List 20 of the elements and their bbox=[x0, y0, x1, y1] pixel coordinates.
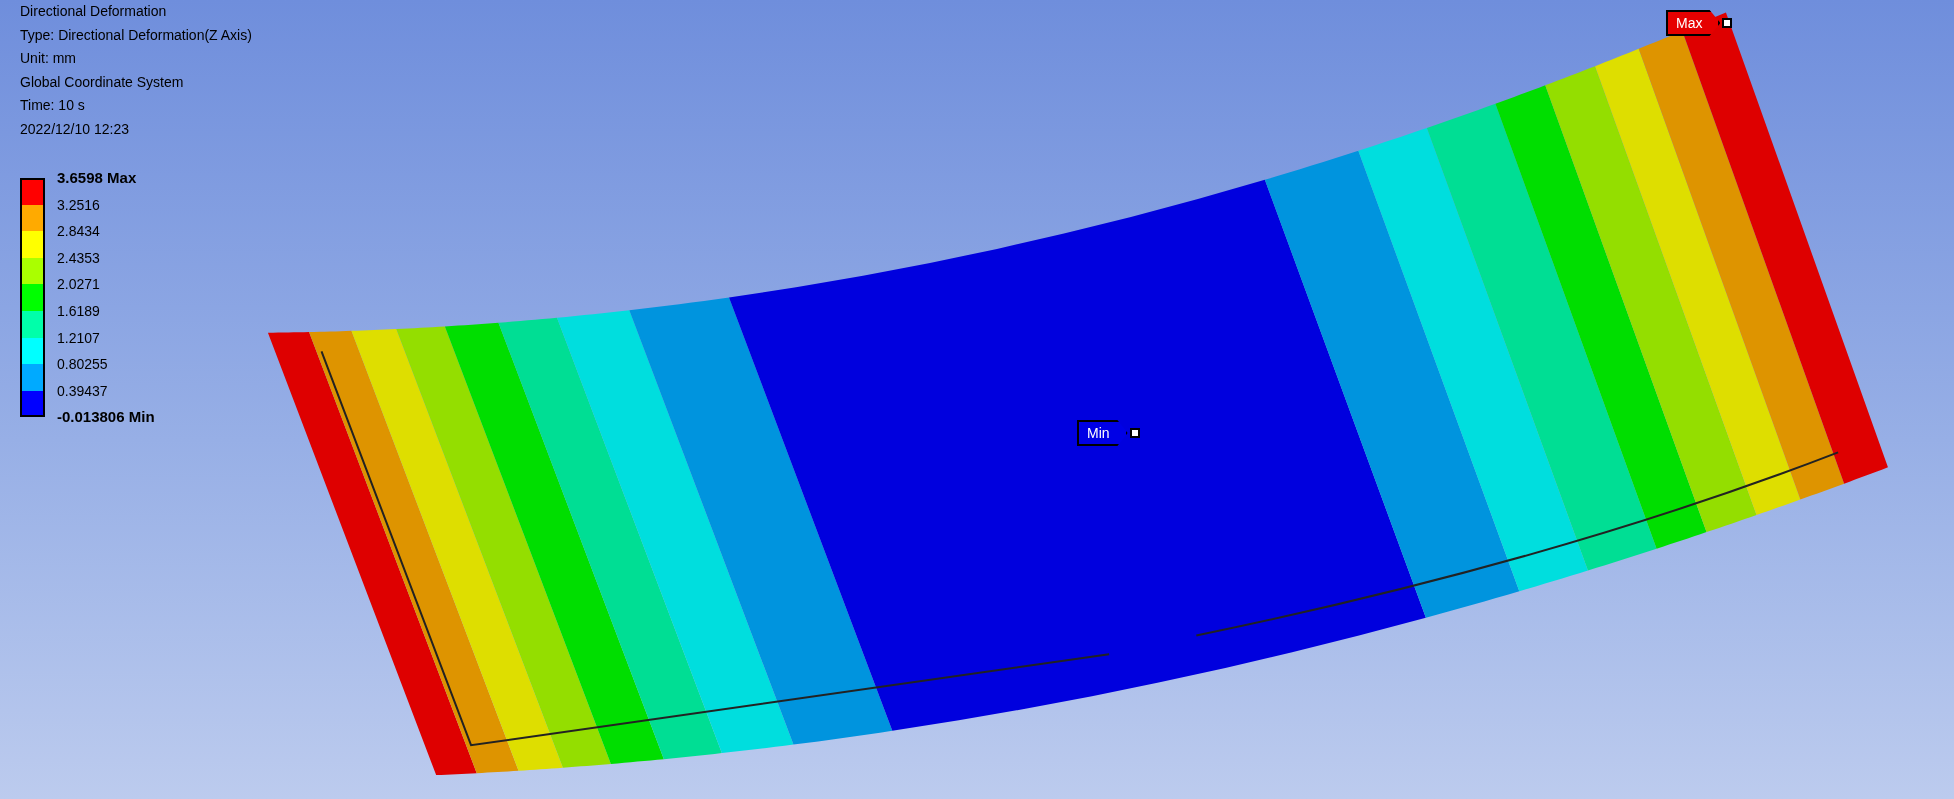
legend-value: 3.2516 bbox=[57, 195, 101, 215]
legend-value: 2.0271 bbox=[57, 275, 101, 295]
result-info-text: 2022/12/10 12:23 bbox=[20, 119, 130, 139]
legend-value: -0.013806 Min bbox=[57, 407, 155, 428]
result-info-text: Global Coordinate System bbox=[20, 72, 185, 92]
legend-value: 2.8434 bbox=[57, 222, 101, 242]
legend-value: 3.6598 Max bbox=[57, 168, 138, 188]
probe-point-icon bbox=[1129, 428, 1140, 438]
result-info-text: Time: 10 s bbox=[20, 96, 86, 115]
result-info-text: Type: Directional Deformation(Z Axis) bbox=[20, 25, 252, 45]
probe-point-icon bbox=[1722, 18, 1733, 28]
probe-label: Max bbox=[1666, 10, 1721, 36]
result-info-text: Directional Deformation bbox=[20, 2, 168, 21]
legend-value: 2.4353 bbox=[57, 248, 101, 268]
legend-value: 1.6189 bbox=[57, 301, 101, 321]
probe-label: Min bbox=[1077, 420, 1128, 446]
result-info-text: Unit: mm bbox=[20, 49, 77, 68]
legend-value: 0.39437 bbox=[57, 381, 109, 401]
legend-value: 1.2107 bbox=[57, 328, 101, 348]
legend-value: 0.80255 bbox=[57, 355, 109, 375]
